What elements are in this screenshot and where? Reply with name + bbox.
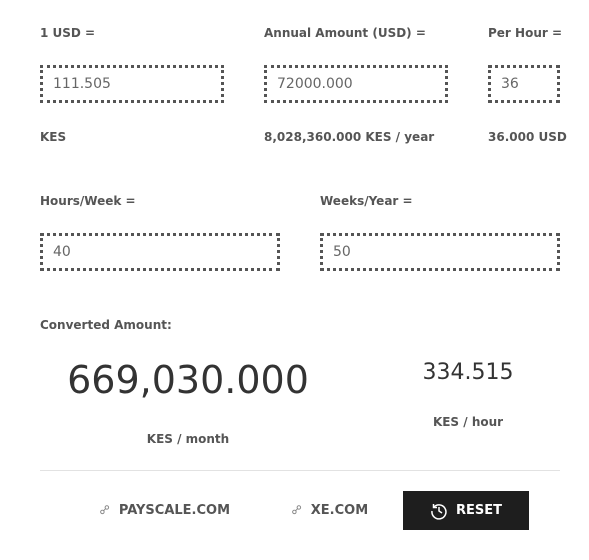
rate-input[interactable] [40, 65, 224, 103]
reset-button[interactable]: RESET [403, 491, 529, 530]
history-icon [431, 503, 447, 520]
divider [40, 470, 560, 471]
payscale-label: PAYSCALE.COM [118, 503, 231, 518]
link-icon: ⚯ [288, 501, 307, 520]
monthly-unit: KES / month [146, 432, 230, 446]
reset-label: RESET [455, 503, 502, 518]
per-hour-input[interactable] [488, 65, 560, 103]
weeks-year-input[interactable] [320, 233, 560, 271]
hours-week-input[interactable] [40, 233, 280, 271]
xe-label: XE.COM [310, 503, 369, 518]
converted-amount-label: Converted Amount: [40, 318, 172, 332]
hours-week-label: Hours/Week = [40, 194, 136, 208]
per-hour-result: 36.000 USD [488, 130, 567, 144]
rate-unit: KES [40, 130, 67, 144]
link-icon: ⚯ [96, 501, 115, 520]
weeks-year-label: Weeks/Year = [320, 194, 413, 208]
annual-amount-input[interactable] [264, 65, 448, 103]
per-hour-label: Per Hour = [488, 26, 563, 40]
hourly-amount: 334.515 [422, 360, 514, 385]
payscale-link[interactable]: ⚯ PAYSCALE.COM [95, 491, 235, 530]
annual-amount-label: Annual Amount (USD) = [264, 26, 426, 40]
rate-label: 1 USD = [40, 26, 96, 40]
monthly-amount: 669,030.000 [67, 358, 309, 402]
xe-link[interactable]: ⚯ XE.COM [285, 491, 375, 530]
annual-result: 8,028,360.000 KES / year [264, 130, 435, 144]
hourly-unit: KES / hour [432, 415, 504, 429]
